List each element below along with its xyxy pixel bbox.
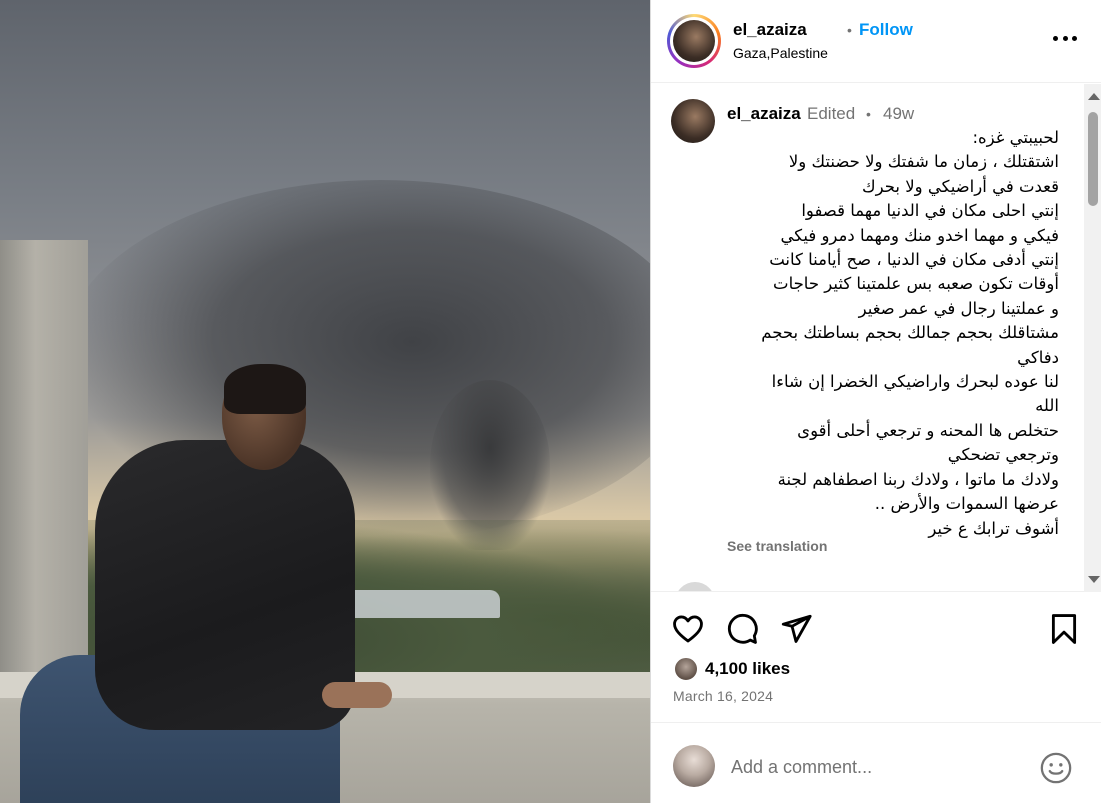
separator-dot: • xyxy=(866,106,871,122)
heart-icon[interactable] xyxy=(671,612,705,646)
story-avatar[interactable] xyxy=(667,14,721,68)
see-translation-link[interactable]: See translation xyxy=(727,538,827,554)
scroll-up-arrow[interactable] xyxy=(1088,93,1100,100)
caption-line: إنتي احلى مكان في الدنيا مهما قصفوا xyxy=(801,201,1059,221)
post-side-panel: el_azaiza • Follow Gaza,Palestine el_aza… xyxy=(650,0,1101,803)
concrete-wall xyxy=(0,240,88,680)
caption-line: حتخلص ها المحنه و ترجعي أحلى أقوى xyxy=(797,420,1059,440)
post-photo[interactable] xyxy=(0,0,650,803)
send-icon[interactable] xyxy=(779,612,813,646)
caption-username[interactable]: el_azaiza xyxy=(727,104,801,124)
post-date[interactable]: March 16, 2024 xyxy=(673,688,773,704)
comment-avatar[interactable] xyxy=(675,582,715,591)
caption-line: دفاكي xyxy=(1017,347,1059,367)
caption-line: ولادك ما ماتوا ، ولادك ربنا اصطفاهم لجنة xyxy=(777,469,1059,489)
person-hand xyxy=(322,682,392,708)
scroll-thumb[interactable] xyxy=(1088,112,1098,206)
smiley-icon[interactable] xyxy=(1039,751,1073,785)
caption-text: لحبيبتي غزه: اشتقتلك ، زمان ما شفتك ولا ح… xyxy=(727,126,1059,541)
post-header: el_azaiza • Follow Gaza,Palestine xyxy=(651,0,1101,83)
current-user-avatar xyxy=(673,745,715,787)
avatar-ring-inner xyxy=(670,17,718,65)
post-age[interactable]: 49w xyxy=(883,104,914,124)
caption-line: لحبيبتي غزه: xyxy=(972,128,1059,147)
person-hair xyxy=(224,364,306,414)
caption-avatar[interactable] xyxy=(671,99,715,143)
header-username[interactable]: el_azaiza xyxy=(733,20,807,40)
person-jacket xyxy=(95,440,355,730)
dot xyxy=(1062,35,1068,41)
separator-dot: • xyxy=(847,22,852,38)
caption-line: فيكي و مهما اخدو منك ومهما دمرو فيكي xyxy=(780,225,1059,245)
avatar xyxy=(673,20,715,62)
caption-line: أوقات تكون صعبه بس علمتينا كثير حاجات xyxy=(773,274,1059,294)
caption-line: مشتاقلك بحجم جمالك بحجم بساطتك بحجم xyxy=(761,323,1059,343)
location-link[interactable]: Gaza,Palestine xyxy=(733,45,828,61)
edited-label: Edited xyxy=(807,104,856,123)
caption-line: عرضها السموات والأرض .. xyxy=(874,494,1059,514)
caption-scroll-area[interactable]: el_azaiza Edited • 49w لحبيبتي غزه: اشتقت… xyxy=(651,84,1101,592)
dot xyxy=(1053,35,1058,41)
scrollbar[interactable] xyxy=(1084,84,1101,592)
liker-avatar[interactable] xyxy=(673,656,699,682)
caption-line: لنا عوده لبحرك واراضيكي الخضرا إن شاءا xyxy=(771,372,1059,392)
add-comment-bar xyxy=(651,722,1101,803)
more-options-icon[interactable] xyxy=(1053,26,1077,50)
dot xyxy=(1072,35,1077,41)
follow-button[interactable]: Follow xyxy=(859,20,913,40)
caption-line: و عملتينا رجال في عمر صغير xyxy=(858,298,1059,318)
caption-line: وترجعي تضحكي xyxy=(947,445,1059,465)
bookmark-icon[interactable] xyxy=(1047,612,1081,646)
caption-line: قعدت في أراضيكي ولا بحرك xyxy=(862,176,1059,196)
comment-input[interactable] xyxy=(731,753,1031,781)
likes-count[interactable]: 4,100 likes xyxy=(705,659,790,679)
caption-line: اشتقتلك ، زمان ما شفتك ولا حضنتك ولا xyxy=(788,152,1059,172)
scroll-down-arrow[interactable] xyxy=(1088,576,1100,583)
comment-icon[interactable] xyxy=(725,612,759,646)
caption-line: الله xyxy=(1035,396,1059,416)
instagram-post-modal: el_azaiza • Follow Gaza,Palestine el_aza… xyxy=(0,0,1101,803)
caption-line: إنتي أدفى مكان في الدنيا ، صح أيامنا كان… xyxy=(769,250,1059,270)
